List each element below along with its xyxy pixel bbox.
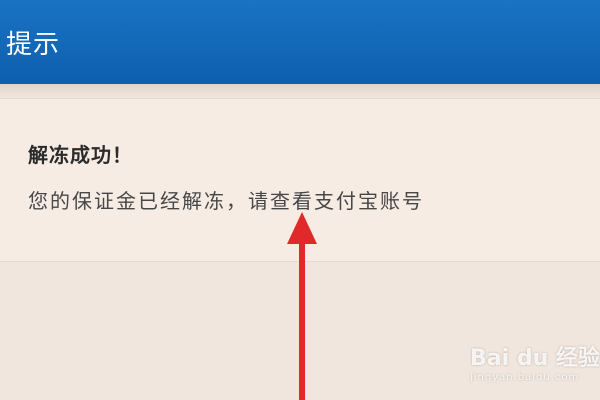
watermark-logo: Bai du 经验	[470, 346, 600, 371]
watermark-url: jingyan.baidu.com	[470, 372, 580, 383]
arrow-head	[287, 212, 317, 244]
